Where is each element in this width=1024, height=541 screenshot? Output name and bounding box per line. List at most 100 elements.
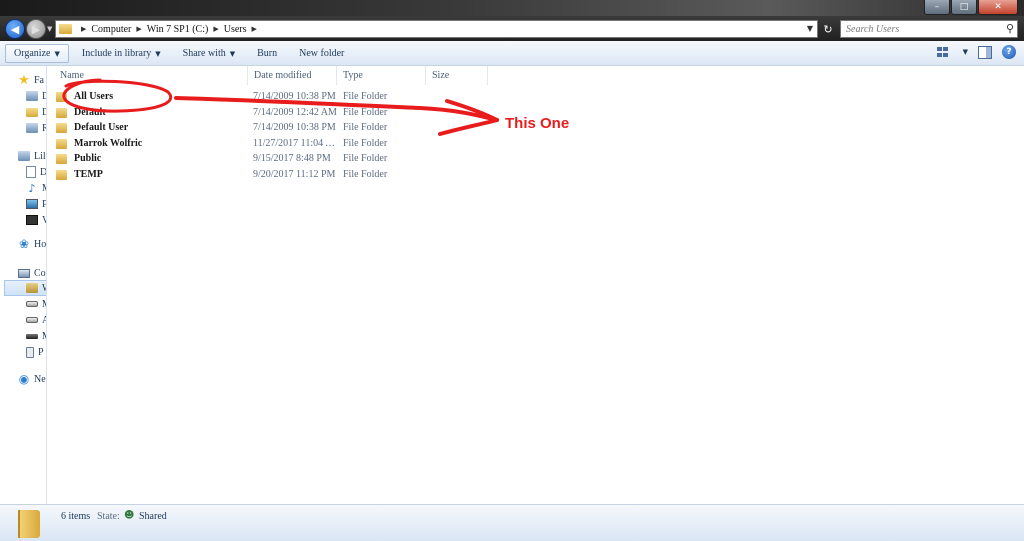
nav-homegroup[interactable]: ❀ Ho [18,236,46,252]
nav-fav-downloads[interactable]: D [26,104,46,120]
column-header-size[interactable]: Size [426,66,488,85]
file-type: File Folder [343,153,388,164]
state-value: Shared [139,511,167,522]
nav-favorites[interactable]: ★ Fa [18,72,46,88]
table-row[interactable]: All Users 7/14/2009 10:38 PM File Folder [56,89,387,104]
chevron-right-icon[interactable]: ▶ [136,25,141,33]
address-dropdown-icon[interactable]: ▼ [807,24,813,33]
videos-icon [26,215,38,225]
nav-comp-drive-2[interactable]: M [26,296,46,312]
burn-button[interactable]: Burn [248,44,286,63]
libraries-icon [18,151,30,161]
nav-libraries[interactable]: Lil [18,148,46,164]
close-button[interactable]: ✕ [978,0,1018,15]
change-view-icon[interactable] [935,45,953,59]
nav-fav-recent[interactable]: R [26,120,46,136]
table-row[interactable]: TEMP 9/20/2017 11:12 PM File Folder [56,167,387,182]
file-date: 9/20/2017 11:12 PM [253,169,336,180]
recent-pages-dropdown[interactable]: ▼ [47,25,52,33]
breadcrumb-drive[interactable]: Win 7 SP1 (C:) [147,24,209,35]
homegroup-icon: ❀ [18,237,30,251]
file-type: File Folder [343,169,388,180]
table-row[interactable]: Public 9/15/2017 8:48 PM File Folder [56,151,387,166]
chevron-down-icon: ▼ [54,49,60,58]
drive-icon [26,283,38,293]
new-folder-button[interactable]: New folder [290,44,353,63]
column-header-name[interactable]: Name [54,66,248,85]
file-date: 7/14/2009 12:42 AM [253,107,337,118]
folder-icon [56,91,67,102]
file-name: All Users [74,91,114,102]
nav-lib-videos[interactable]: V [26,212,46,228]
file-date: 7/14/2009 10:38 PM [253,122,336,133]
nav-comp-drive-3[interactable]: A [26,312,46,328]
star-icon: ★ [18,72,30,88]
organize-button[interactable]: Organize ▼ [5,43,69,63]
breadcrumb-users[interactable]: Users [224,24,247,35]
drive-icon [26,301,38,307]
nav-label: D [40,166,47,178]
search-input[interactable] [846,23,996,35]
portable-device-icon [26,346,34,358]
refresh-icon: ↻ [823,22,833,36]
nav-label: Lil [34,150,46,162]
nav-lib-music[interactable]: ♪M [26,180,46,196]
nav-label: A [42,315,46,326]
file-name: Default [74,107,106,118]
nav-label: Co [34,267,46,279]
refresh-button[interactable]: ↻ [820,20,836,38]
maximize-button[interactable]: □ [951,0,977,15]
minimize-button[interactable]: – [924,0,950,15]
details-pane: 6 items State: ☻ Shared [0,504,1024,541]
preview-pane-icon[interactable] [978,45,992,59]
folder-icon [59,24,72,34]
column-header-date-modified[interactable]: Date modified [248,66,337,85]
nav-label: D [42,107,46,118]
folder-icon [56,138,67,149]
search-box[interactable]: ⚲ [840,20,1018,38]
nav-comp-system-drive[interactable]: W [4,280,46,296]
breadcrumb: ▶ Computer ▶ Win 7 SP1 (C:) ▶ Users ▶ [76,24,262,35]
shared-users-icon: ☻ [124,510,135,521]
file-type: File Folder [343,107,388,118]
table-row[interactable]: Marrok Wolfric 11/27/2017 11:04 AM File … [56,136,387,151]
nav-comp-device[interactable]: P [26,344,46,360]
search-icon[interactable]: ⚲ [1006,22,1014,35]
address-bar[interactable]: ▶ Computer ▶ Win 7 SP1 (C:) ▶ Users ▶ ▼ [55,20,818,38]
nav-lib-pictures[interactable]: P [26,196,46,212]
documents-icon [26,166,36,178]
chevron-right-icon[interactable]: ▶ [81,25,86,33]
navigation-pane[interactable]: ★Fa D D R Lil D ♪M P V ❀Ho Co W M A M P … [0,66,47,504]
state-label: State: [97,511,120,522]
breadcrumb-computer[interactable]: Computer [91,24,131,35]
help-icon[interactable]: ? [1002,45,1016,59]
nav-label: R [42,123,46,134]
chevron-right-icon[interactable]: ▶ [213,25,218,33]
column-label: Type [343,70,363,81]
column-label: Size [432,70,450,81]
include-in-library-button[interactable]: Include in library ▼ [73,44,170,63]
file-type: File Folder [343,91,388,102]
chevron-right-icon[interactable]: ▶ [252,25,257,33]
nav-network[interactable]: ◉ Ne [18,371,46,387]
nav-comp-drive-4[interactable]: M [26,328,46,344]
column-label: Date modified [254,70,312,81]
column-header-type[interactable]: Type [337,66,426,85]
nav-label: M [42,331,46,342]
computer-icon [18,268,30,278]
nav-fav-desktop[interactable]: D [26,88,46,104]
file-name: Public [74,153,102,164]
back-button[interactable]: ◀ [5,19,25,39]
nav-label: P [42,199,46,210]
chevron-down-icon: ▼ [229,49,236,58]
drive-icon [26,317,38,323]
view-dropdown-icon[interactable]: ▼ [963,48,968,56]
forward-button[interactable]: ▶ [26,19,46,39]
nav-label: V [42,215,46,226]
table-row[interactable]: Default User 7/14/2009 10:38 PM File Fol… [56,120,387,135]
nav-label: M [42,299,46,310]
nav-computer[interactable]: Co [18,265,46,281]
table-row[interactable]: Default 7/14/2009 12:42 AM File Folder [56,105,387,120]
nav-lib-documents[interactable]: D [26,164,47,180]
share-with-button[interactable]: Share with ▼ [174,44,244,63]
